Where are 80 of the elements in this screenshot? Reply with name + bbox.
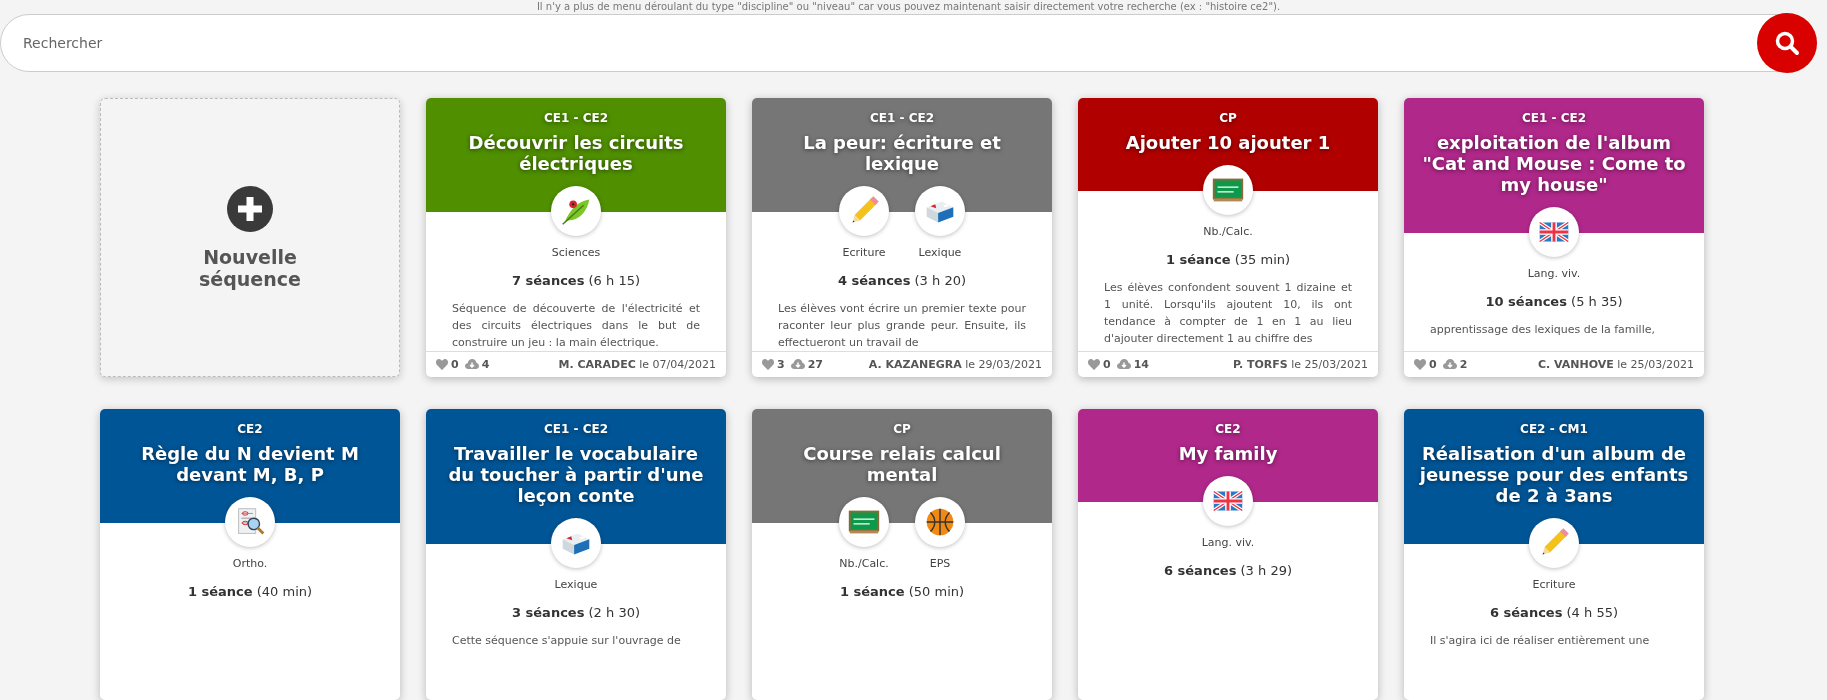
card-title: Découvrir les circuits électriques [467,132,685,174]
author-date: M. CARADEC le 07/04/2021 [558,358,716,371]
card-description: Les élèves confondent souvent 1 dizaine et 1 unité. Lorsqu'ils ajoutent 10, ils ont tendance à compter de 1 en 1 au lieu d'ajouter directement 1 au chiffre des [1103,280,1353,347]
download-count: 14 [1133,358,1149,371]
subject-label: Nb./Calc. [839,557,889,570]
cloud-download-icon [1116,359,1131,370]
heart-icon [1414,359,1426,370]
sequence-card[interactable] [426,98,726,377]
level-label: CP [1218,110,1238,126]
like-count: 0 [1429,358,1437,371]
card-title: Réalisation d'un album de jeunesse pour des enfants de 2 à 3ans [1418,443,1690,506]
card-title: Règle du N devient M devant M, B, P [140,443,360,485]
subject-label: Ortho. [232,557,268,570]
session-count: 10 séances (5 h 35) [1484,294,1624,309]
author-date: A. KAZANEGRA le 29/03/2021 [868,358,1042,371]
session-count: 7 séances (6 h 15) [511,273,641,288]
session-count: 1 séance (40 min) [186,584,314,599]
session-count: 1 séance (35 min) [1164,252,1292,267]
like-count: 0 [451,358,459,371]
subject-label: EPS [929,557,951,570]
level-label: CE2 [1214,421,1242,437]
author-date: C. VANHOVE le 25/03/2021 [1537,358,1694,371]
heart-icon [1088,359,1100,370]
subject-label: Ecriture [842,246,886,259]
level-label: CE1 - CE2 [868,110,935,126]
session-count: 3 séances (2 h 30) [511,605,641,620]
card-description: apprentissage des lexiques de la famille, [1429,322,1656,338]
card-title: Ajouter 10 ajouter 1 [1124,132,1332,153]
new-sequence-card[interactable]: Nouvelle séquence [100,98,400,377]
like-count: 3 [777,358,785,371]
card-title: Course relais calcul mental [802,443,1002,485]
session-count: 4 séances (3 h 20) [837,273,967,288]
cloud-download-icon [1442,359,1457,370]
card-title: La peur: écriture et lexique [802,132,1002,174]
sequence-card[interactable]: CE1 - CE2 Travailler le vocabulaire du toucher à partir d'une leçon conte Lexique 3 séances (2 h 30) Cette séquence s'appuie sur l'ouvrage de [426,409,726,700]
card-title: exploitation de l'album "Cat and Mouse : Come to my house" [1421,132,1687,195]
session-count: 1 séance (50 min) [838,584,966,599]
level-label: CP [892,421,912,437]
cloud-download-icon [790,359,805,370]
sequence-card[interactable] [752,98,1052,377]
subject-label: Nb./Calc. [1203,225,1253,238]
level-label: CE1 - CE2 [542,421,609,437]
subject-label: Lang. viv. [1527,267,1581,280]
session-count: 6 séances (4 h 55) [1489,605,1619,620]
download-count: 4 [481,358,490,371]
subject-label: Ecriture [1532,578,1576,591]
subject-label: Lexique [554,578,598,591]
subject-label: Sciences [551,246,601,259]
level-label: CE2 - CM1 [1519,421,1589,437]
sequence-card[interactable]: CE2 Règle du N devient M devant M, B, P Ortho. 1 séance (40 min) [100,409,400,700]
author-date: P. TORFS le 25/03/2021 [1232,358,1368,371]
level-label: CE1 - CE2 [1520,110,1587,126]
card-title: Travailler le vocabulaire du toucher à partir d'une leçon conte [447,443,705,506]
search-bar[interactable]: Rechercher [0,14,1817,72]
download-count: 2 [1459,358,1468,371]
level-label: CE2 [236,421,264,437]
card-description: Séquence de découverte de l'électricité et des circuits électriques dans le but de construire un jeu : la main électrique. [451,301,701,351]
search-icon [1774,30,1800,56]
subject-label: Lang. viv. [1201,536,1255,549]
heart-icon [436,359,448,370]
card-title: My family [1177,443,1279,464]
session-count: 6 séances (3 h 29) [1163,563,1293,578]
search-button[interactable] [1757,13,1817,73]
sequence-card[interactable]: CE2 - CM1 Réalisation d'un album de jeunesse pour des enfants de 2 à 3ans Ecriture 6 séances (4 h 55) Il s'agira ici de réaliser entièrement une [1404,409,1704,700]
sequence-card[interactable]: CP Course relais calcul mental Nb./Calc. EPS 1 séance (50 min) [752,409,1052,700]
search-hint: Il n'y a plus de menu déroulant du type "discipline" ou "niveau" car vous pouvez maintenant saisir directement votre recherche (ex : "histoire ce2"). [535,0,1282,13]
level-label: CE1 - CE2 [542,110,609,126]
card-description: Cette séquence s'appuie sur l'ouvrage de [451,633,682,649]
like-count: 0 [1103,358,1111,371]
sequence-card[interactable]: CE2 My family Lang. viv. 6 séances (3 h 29) [1078,409,1378,700]
heart-icon [762,359,774,370]
subject-label: Lexique [918,246,962,259]
card-description: Les élèves vont écrire un premier texte pour raconter leur plus grande peur. Ensuite, ils effectueront un travail de [777,301,1027,351]
search-field[interactable]: Rechercher [1,23,1757,63]
plus-icon [227,185,273,232]
cloud-download-icon [464,359,479,370]
sequence-card[interactable] [1078,98,1378,377]
download-count: 27 [807,358,823,371]
card-description: Il s'agira ici de réaliser entièrement une [1429,633,1651,649]
sequence-card[interactable]: CE1 - CE2 exploitation de l'album "Cat and Mouse : Come to my house" Lang. viv. 10 séances (5 h 35) apprentissage des lexiques de la famille, 0 2 C. VANHOVE le 25/03/2021 [1404,98,1704,377]
